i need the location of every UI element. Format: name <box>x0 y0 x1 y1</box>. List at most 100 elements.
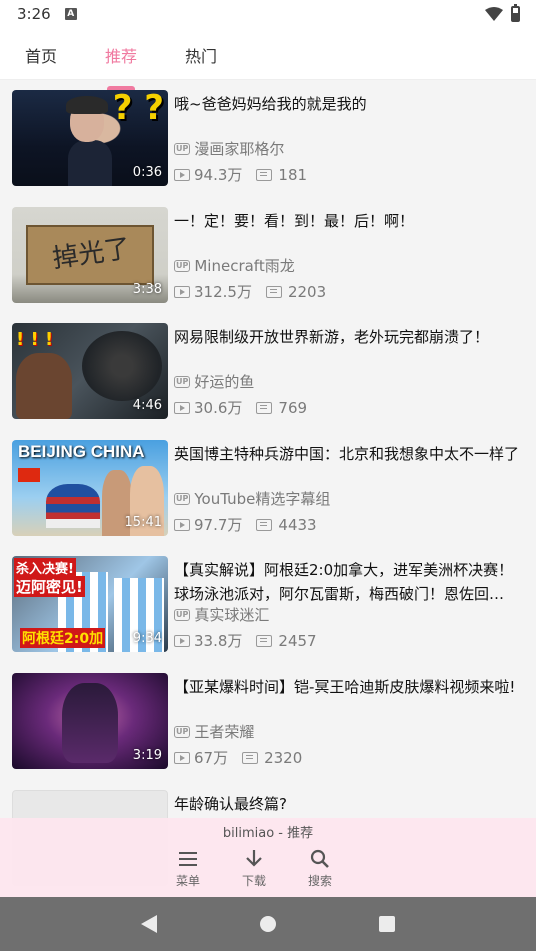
video-author-row[interactable]: UP Minecraft雨龙 <box>174 255 295 276</box>
up-icon: UP <box>174 725 191 738</box>
play-count-icon <box>174 401 190 414</box>
video-danmaku: 2457 <box>278 631 317 650</box>
thumb-banner-2: 迈阿密见! <box>14 576 85 597</box>
play-count-icon <box>174 751 190 764</box>
danmaku-icon <box>256 401 273 414</box>
menu-icon <box>179 852 197 866</box>
notification-a-icon: A <box>64 8 77 20</box>
menu-button[interactable]: 菜单 <box>170 848 206 889</box>
video-title[interactable]: 年龄确认最终篇? <box>174 792 524 816</box>
status-time: 3:26 <box>17 5 51 23</box>
singer-hair <box>66 96 108 114</box>
video-thumbnail[interactable]: 掉光了 3:38 <box>12 207 168 303</box>
up-icon: UP <box>174 492 191 505</box>
search-button[interactable]: 搜索 <box>302 848 338 889</box>
video-title[interactable]: 一！定！要！看！到！最！后！啊！ <box>174 209 524 233</box>
home-icon[interactable] <box>259 916 276 932</box>
video-author-row[interactable]: UP 好运的鱼 <box>174 371 254 392</box>
video-views: 30.6万 <box>194 399 243 417</box>
bottom-bar-title: bilimiao - 推荐 <box>222 826 314 841</box>
recents-icon[interactable] <box>378 916 395 932</box>
video-danmaku: 2320 <box>264 748 303 767</box>
danmaku-icon <box>256 168 273 181</box>
video-title[interactable]: 网易限制级开放世界新游，老外玩完都崩溃了！ <box>174 325 524 349</box>
video-danmaku: 769 <box>278 398 308 417</box>
video-title[interactable]: 哦~爸爸妈妈给我的就是我的 <box>174 92 524 116</box>
thumb-beijing-china: BEIJING CHINA <box>18 442 145 461</box>
up-icon: UP <box>174 142 191 155</box>
bottom-actions: 菜单 下载 搜索 <box>170 848 338 889</box>
wifi-icon <box>485 7 503 21</box>
video-duration: 3:38 <box>132 282 162 297</box>
bottom-action-bar: bilimiao - 推荐 菜单 下载 搜索 <box>0 818 536 897</box>
battery-icon <box>511 4 520 22</box>
video-stats: 33.8万 2457 <box>174 630 317 651</box>
video-thumbnail[interactable]: BEIJING CHINA 15:41 <box>12 440 168 536</box>
video-item[interactable]: ! ! ! 4:46 网易限制级开放世界新游，老外玩完都崩溃了！ UP 好运的鱼… <box>0 313 536 429</box>
video-views: 312.5万 <box>194 283 252 301</box>
video-item[interactable]: ? ? 0:36 哦~爸爸妈妈给我的就是我的 UP 漫画家耶格尔 94.3万 1… <box>0 80 536 196</box>
play-count-icon <box>174 634 190 647</box>
tab-hot[interactable]: 热门 <box>185 41 217 67</box>
video-views: 97.7万 <box>194 516 243 534</box>
danmaku-icon <box>242 751 259 764</box>
video-stats: 67万 2320 <box>174 747 302 768</box>
menu-label: 菜单 <box>175 874 200 888</box>
video-title[interactable]: 英国博主特种兵游中国：北京和我想象中太不一样了 <box>174 442 524 466</box>
video-author: 漫画家耶格尔 <box>194 140 285 158</box>
video-thumbnail[interactable]: 杀入决赛! 迈阿密见! 阿根廷2:0加 9:34 <box>12 556 168 652</box>
video-author-row[interactable]: UP 王者荣耀 <box>174 721 254 742</box>
danmaku-icon <box>265 285 282 298</box>
video-title[interactable]: 【真实解说】阿根廷2:0加拿大，进军美洲杯决赛！球场泳池派对，阿尔瓦雷斯，梅西破… <box>174 558 524 606</box>
download-label: 下载 <box>241 874 266 888</box>
download-icon <box>246 850 262 867</box>
video-author: 真实球迷汇 <box>194 606 270 624</box>
video-author: 王者荣耀 <box>194 723 255 741</box>
video-author: Minecraft雨龙 <box>194 257 295 275</box>
video-views: 67万 <box>194 749 229 767</box>
video-author-row[interactable]: UP YouTube精选字幕组 <box>174 488 330 509</box>
video-danmaku: 4433 <box>278 515 317 534</box>
hero-figure <box>62 683 118 763</box>
video-author: YouTube精选字幕组 <box>194 490 331 508</box>
video-views: 94.3万 <box>194 166 243 184</box>
thumb-question-marks: ? ? <box>112 90 164 128</box>
video-thumbnail[interactable]: 3:19 <box>12 673 168 769</box>
system-nav-bar <box>0 897 536 951</box>
danmaku-icon <box>256 518 273 531</box>
video-duration: 0:36 <box>132 165 162 180</box>
video-danmaku: 2203 <box>287 282 327 301</box>
video-item[interactable]: BEIJING CHINA 15:41 英国博主特种兵游中国：北京和我想象中太不… <box>0 430 536 546</box>
up-icon: UP <box>174 259 191 272</box>
video-danmaku: 181 <box>278 165 308 184</box>
danmaku-icon <box>256 634 273 647</box>
video-duration: 3:19 <box>132 748 162 763</box>
china-flag <box>18 468 40 482</box>
tab-recommend[interactable]: 推荐 <box>105 41 137 90</box>
play-count-icon <box>174 168 190 181</box>
video-duration: 15:41 <box>124 515 162 530</box>
play-count-icon <box>174 518 190 531</box>
video-stats: 312.5万 2203 <box>174 281 326 302</box>
video-author-row[interactable]: UP 漫画家耶格尔 <box>174 138 284 159</box>
up-icon: UP <box>174 608 191 621</box>
video-author-row[interactable]: UP 真实球迷汇 <box>174 604 269 625</box>
video-views: 33.8万 <box>194 632 243 650</box>
thumb-banner-1: 杀入决赛! <box>14 558 76 577</box>
video-thumbnail[interactable]: ? ? 0:36 <box>12 90 168 186</box>
video-thumbnail[interactable]: ! ! ! 4:46 <box>12 323 168 419</box>
video-stats: 97.7万 4433 <box>174 514 317 535</box>
thumb-exclaim: ! ! ! <box>16 329 54 350</box>
video-item[interactable]: 3:19 【亚某爆料时间】铠-冥王哈迪斯皮肤爆料视频来啦! UP 王者荣耀 67… <box>0 663 536 779</box>
status-bar: 3:26 A <box>0 0 536 28</box>
tab-home[interactable]: 首页 <box>25 41 57 67</box>
download-button[interactable]: 下载 <box>236 848 272 889</box>
thumb-banner-3: 阿根廷2:0加 <box>20 628 106 648</box>
temple-of-heaven <box>46 484 100 528</box>
back-icon[interactable] <box>141 915 158 933</box>
video-item[interactable]: 掉光了 3:38 一！定！要！看！到！最！后！啊！ UP Minecraft雨龙… <box>0 197 536 313</box>
video-item[interactable]: 杀入决赛! 迈阿密见! 阿根廷2:0加 9:34 【真实解说】阿根廷2:0加拿大… <box>0 546 536 662</box>
reactor-face <box>16 353 72 419</box>
video-title[interactable]: 【亚某爆料时间】铠-冥王哈迪斯皮肤爆料视频来啦! <box>174 675 524 699</box>
search-icon <box>310 849 329 868</box>
